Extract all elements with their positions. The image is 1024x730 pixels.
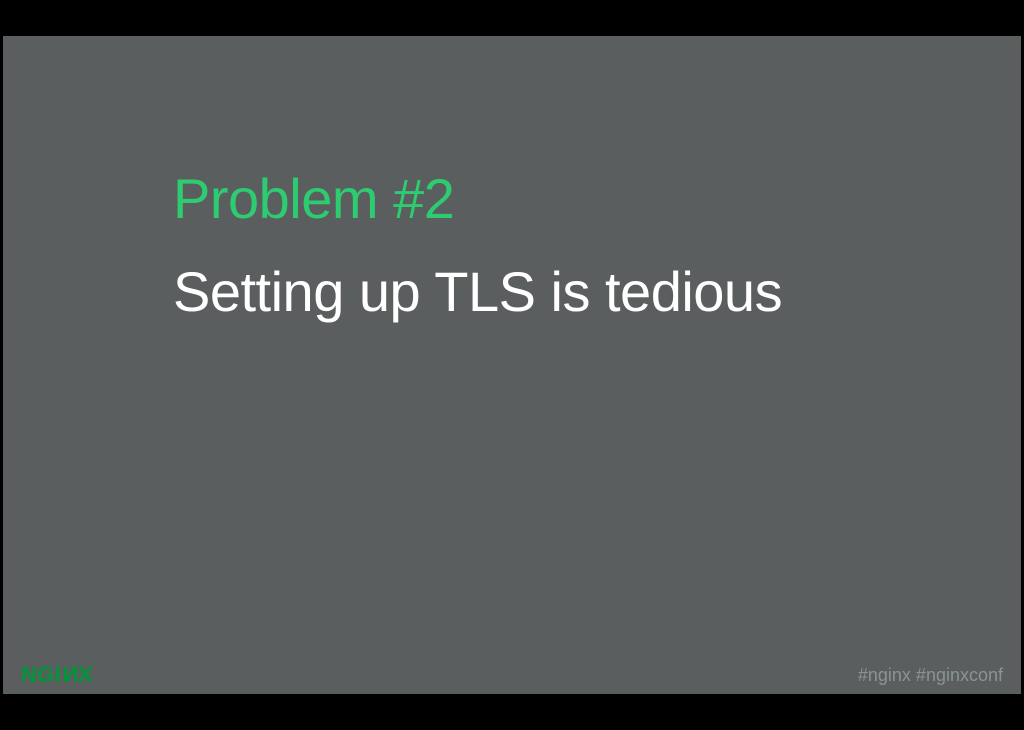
nginx-logo: NGINX [21, 664, 93, 686]
footer-hashtags: #nginx #nginxconf [858, 665, 1003, 686]
slide-heading: Problem #2 [173, 166, 1021, 231]
slide-footer: NGINX #nginx #nginxconf [3, 654, 1021, 694]
slide: Problem #2 Setting up TLS is tedious NGI… [3, 36, 1021, 694]
slide-content: Problem #2 Setting up TLS is tedious [3, 36, 1021, 694]
slide-subheading: Setting up TLS is tedious [173, 259, 1021, 324]
